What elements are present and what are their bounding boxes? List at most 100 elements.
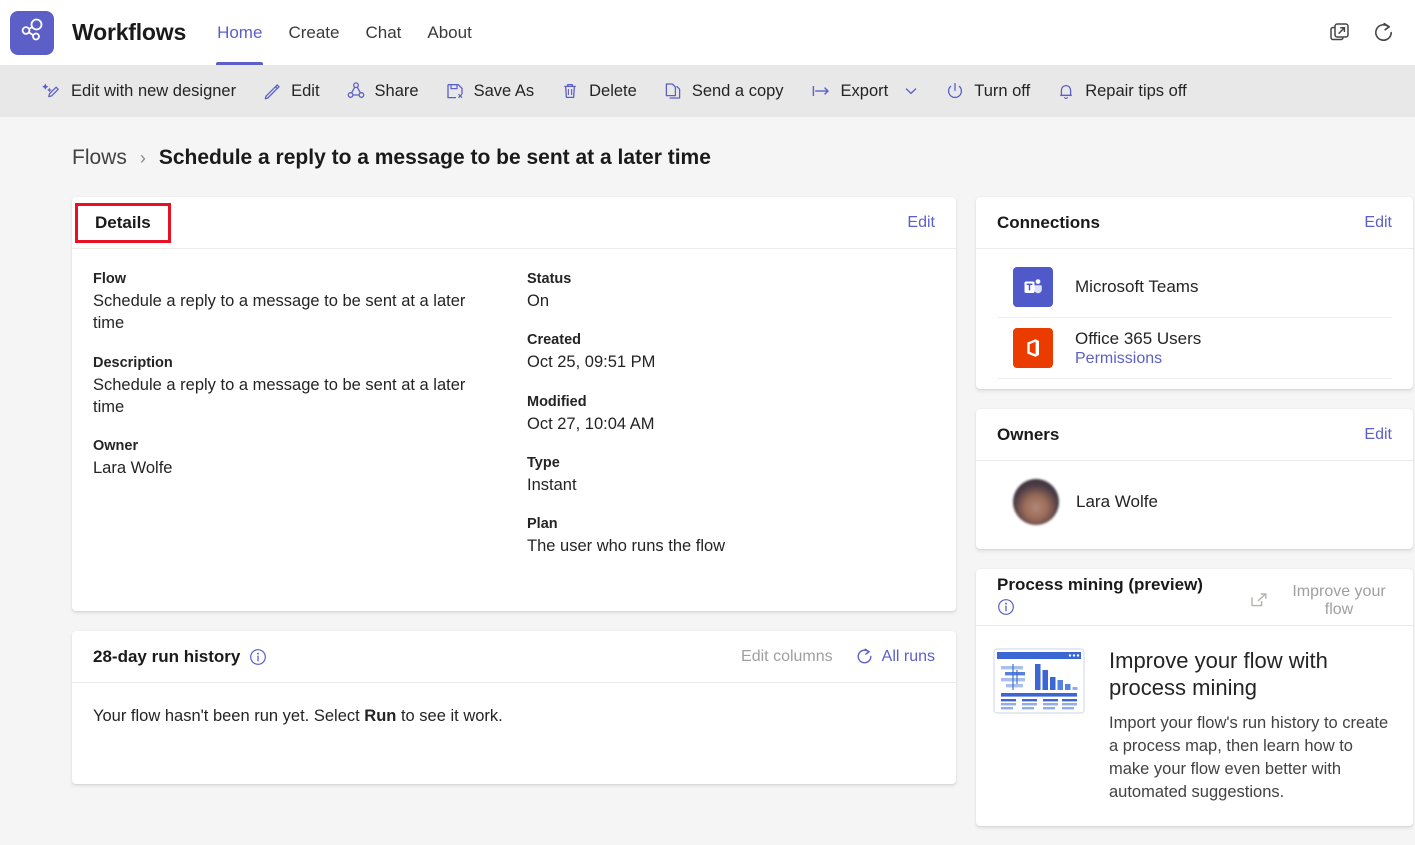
pencil-icon <box>262 81 282 101</box>
command-share[interactable]: Share <box>333 71 432 111</box>
command-label: Delete <box>589 81 637 100</box>
office-365-icon <box>1013 328 1053 368</box>
process-mining-description: Import your flow's run history to create… <box>1109 713 1389 801</box>
command-edit[interactable]: Edit <box>249 71 332 111</box>
process-mining-card: Process mining (preview) Improve your fl… <box>976 569 1413 827</box>
magic-pencil-icon <box>41 81 62 102</box>
process-mining-title: Process mining (preview) <box>997 575 1203 594</box>
tab-about[interactable]: About <box>414 0 484 65</box>
process-mining-header-actions: Improve your flow <box>1249 575 1399 620</box>
details-header-actions: Edit <box>907 214 935 232</box>
connections-list: Microsoft Teams Office 365 Users Permiss… <box>976 249 1413 389</box>
empty-text-after: to see it work. <box>396 707 503 725</box>
field-label: Modified <box>527 393 587 410</box>
empty-text-before: Your flow hasn't been run yet. Select <box>93 707 365 725</box>
field-description: Description Schedule a reply to a messag… <box>93 355 501 419</box>
all-runs-label: All runs <box>881 647 935 665</box>
command-delete[interactable]: Delete <box>547 71 650 111</box>
field-label: Owner <box>93 438 139 455</box>
details-title: Details <box>95 212 151 232</box>
command-edit-with-new-designer[interactable]: Edit with new designer <box>28 71 249 111</box>
breadcrumb-flows[interactable]: Flows <box>72 146 127 170</box>
field-owner: Owner Lara Wolfe <box>93 438 501 479</box>
owners-card: Owners Edit Lara Wolfe <box>976 409 1413 549</box>
run-history-card: 28-day run history Edit columns All runs… <box>72 631 956 784</box>
connection-row-teams[interactable]: Microsoft Teams <box>997 257 1392 318</box>
command-repair-tips-off[interactable]: Repair tips off <box>1043 71 1200 111</box>
field-status: Status On <box>527 271 935 312</box>
tab-create[interactable]: Create <box>275 0 352 65</box>
tab-chat[interactable]: Chat <box>352 0 414 65</box>
trash-icon <box>560 81 580 101</box>
connections-card-header: Connections Edit <box>976 197 1413 249</box>
field-value: Oct 25, 09:51 PM <box>527 353 656 372</box>
pop-out-icon[interactable] <box>1329 22 1350 43</box>
command-turn-off[interactable]: Turn off <box>932 71 1043 111</box>
owners-list: Lara Wolfe <box>976 461 1413 549</box>
bell-icon <box>1056 81 1076 101</box>
chevron-down-icon[interactable] <box>903 83 919 99</box>
command-label: Share <box>374 81 419 100</box>
field-label: Plan <box>527 516 558 533</box>
connection-name: Microsoft Teams <box>1075 277 1199 296</box>
run-history-empty-state: Your flow hasn't been run yet. Select Ru… <box>72 683 956 784</box>
details-edit-link[interactable]: Edit <box>907 214 935 232</box>
command-label: Save As <box>473 81 535 100</box>
command-label: Export <box>840 81 889 100</box>
command-label: Turn off <box>974 81 1031 100</box>
run-history-title: 28-day run history <box>93 646 241 666</box>
command-export[interactable]: Export <box>797 71 933 111</box>
owners-title: Owners <box>997 424 1060 444</box>
command-save-as[interactable]: Save As <box>432 71 548 111</box>
share-icon <box>346 81 366 101</box>
connections-header-actions: Edit <box>1364 214 1392 232</box>
workflows-logo <box>10 10 54 55</box>
connections-edit-link[interactable]: Edit <box>1364 214 1392 232</box>
tab-home[interactable]: Home <box>204 0 275 65</box>
connection-name: Office 365 Users <box>1075 328 1202 348</box>
process-mining-text: Improve your flow with process mining Im… <box>1109 648 1392 804</box>
process-mining-card-body: Improve your flow with process mining Im… <box>976 626 1413 826</box>
connections-title: Connections <box>997 212 1100 232</box>
export-arrow-icon <box>810 81 832 101</box>
all-runs-button[interactable]: All runs <box>855 647 935 666</box>
improve-your-flow-link[interactable]: Improve your flow <box>1279 583 1399 620</box>
command-send-a-copy[interactable]: Send a copy <box>650 71 797 111</box>
run-history-header-actions: Edit columns All runs <box>741 647 935 666</box>
field-value: Schedule a reply to a message to be sent… <box>93 375 466 416</box>
owners-edit-link[interactable]: Edit <box>1364 426 1392 444</box>
field-value: Schedule a reply to a message to be sent… <box>93 292 466 333</box>
command-bar: Edit with new designer Edit Share Save A… <box>0 65 1415 117</box>
command-label: Edit with new designer <box>71 81 237 100</box>
field-label: Description <box>93 354 173 371</box>
info-icon[interactable] <box>997 598 1203 621</box>
field-value: Instant <box>527 475 577 494</box>
process-mining-chart-thumbnail <box>993 648 1089 804</box>
owners-header-actions: Edit <box>1364 426 1392 444</box>
owners-card-header: Owners Edit <box>976 409 1413 461</box>
field-value: Oct 27, 10:04 AM <box>527 414 655 433</box>
page-body: Flows › Schedule a reply to a message to… <box>0 117 1415 845</box>
connection-info: Microsoft Teams <box>1075 277 1198 297</box>
owner-row[interactable]: Lara Wolfe <box>997 479 1392 525</box>
field-modified: Modified Oct 27, 10:04 AM <box>527 394 935 435</box>
power-icon <box>945 81 965 101</box>
details-right-fields: Status On Created Oct 25, 09:51 PM Modif… <box>521 271 935 585</box>
connection-permissions-link[interactable]: Permissions <box>1075 350 1201 368</box>
process-mining-card-header: Process mining (preview) Improve your fl… <box>976 569 1413 626</box>
info-icon[interactable] <box>249 648 267 666</box>
open-in-new-icon[interactable] <box>1249 591 1269 611</box>
command-label: Repair tips off <box>1085 81 1187 100</box>
owner-name: Lara Wolfe <box>1076 492 1158 511</box>
save-icon <box>445 81 465 101</box>
connection-info: Office 365 Users Permissions <box>1075 329 1201 368</box>
connection-row-office365[interactable]: Office 365 Users Permissions <box>997 318 1392 379</box>
content-columns: Details Edit Flow Schedule a reply to a … <box>0 181 1415 845</box>
field-value: The user who runs the flow <box>527 537 726 556</box>
run-history-card-header: 28-day run history Edit columns All runs <box>72 631 956 683</box>
field-label: Flow <box>93 271 127 287</box>
refresh-icon[interactable] <box>1372 21 1395 44</box>
field-value: Lara Wolfe <box>93 459 173 478</box>
field-value: On <box>527 292 550 310</box>
edit-columns-button[interactable]: Edit columns <box>741 648 833 666</box>
